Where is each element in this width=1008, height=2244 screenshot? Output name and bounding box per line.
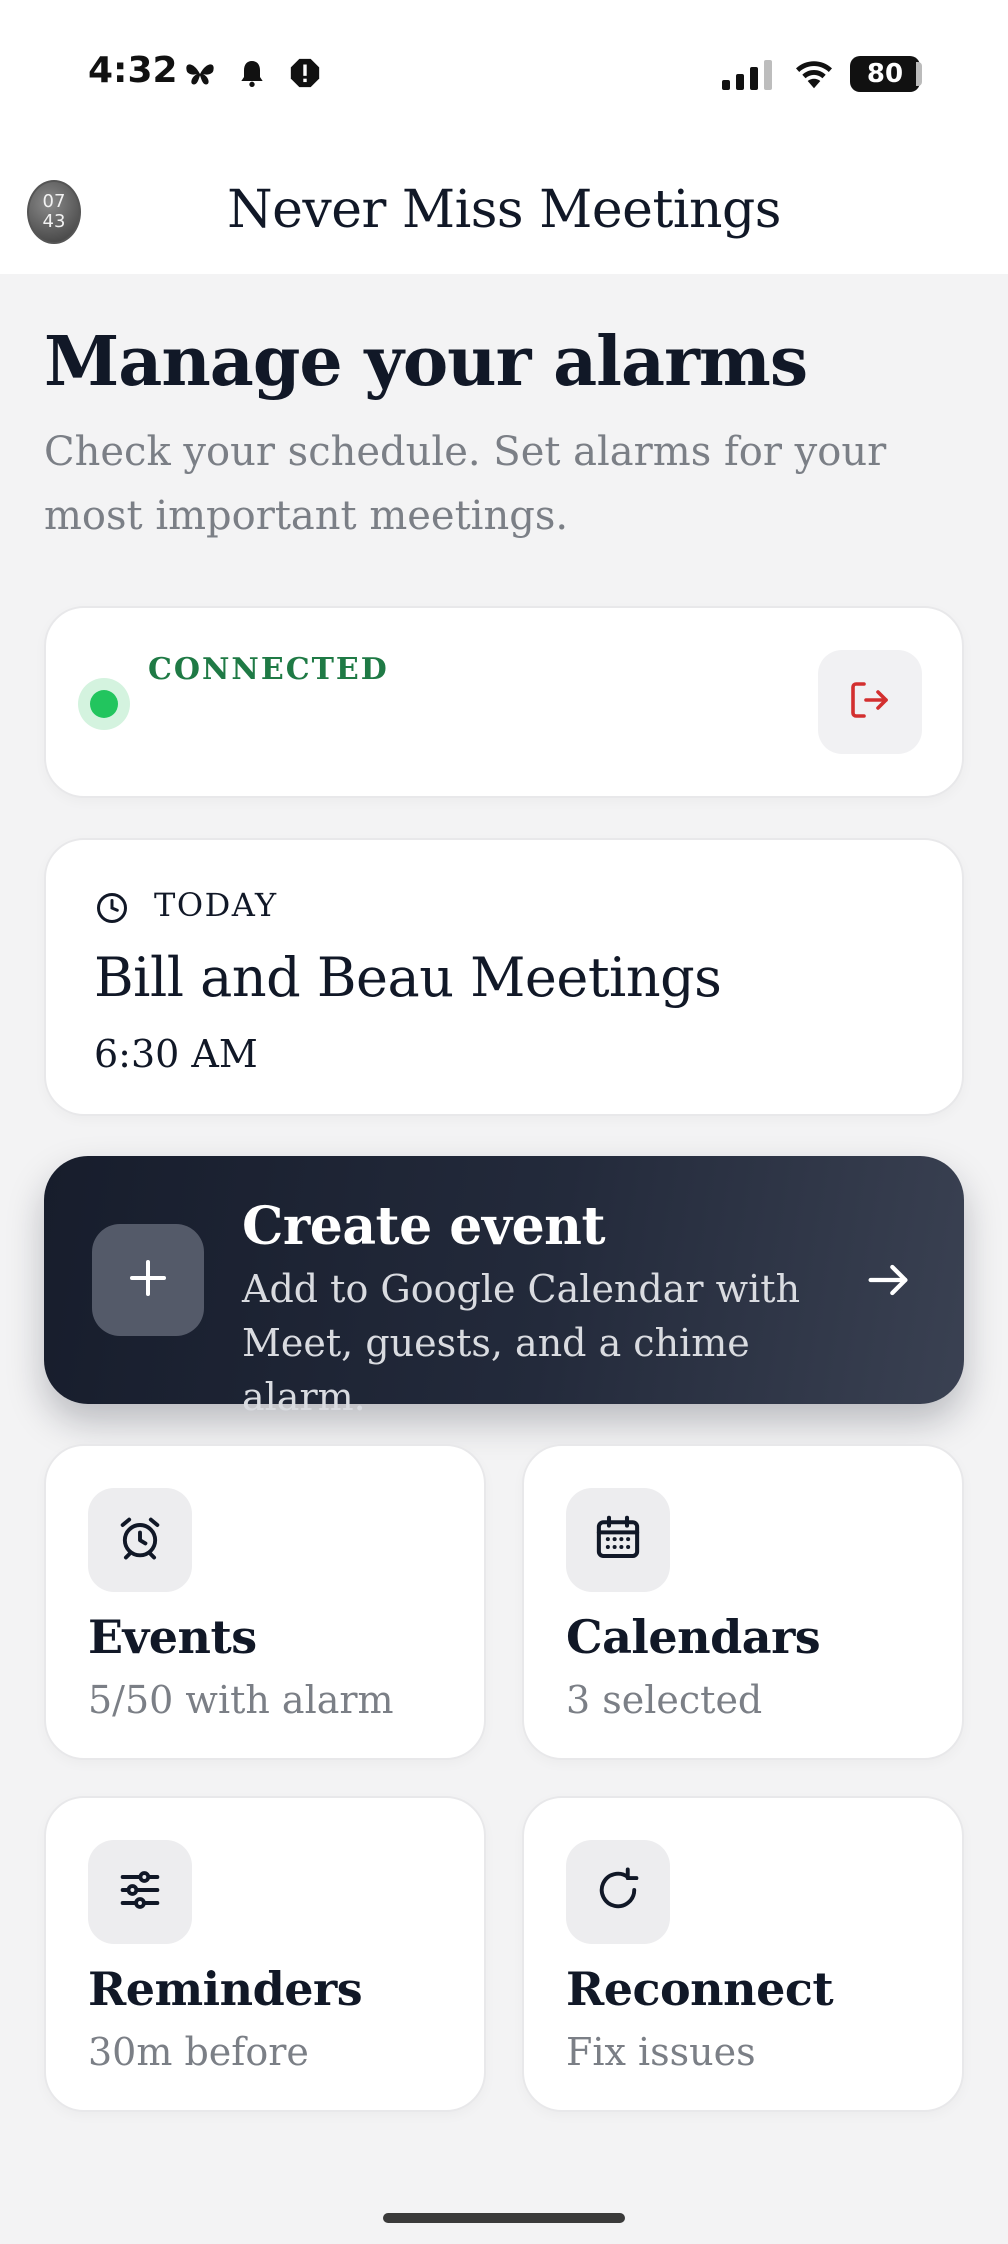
arrow-right-icon	[862, 1254, 914, 1310]
sliders-icon	[114, 1864, 166, 1920]
logout-button[interactable]	[818, 650, 922, 754]
status-bar: 4:32 80	[0, 0, 1008, 150]
app-bar: 07 43 Never Miss Meetings	[0, 150, 1008, 274]
events-icon-box	[88, 1488, 192, 1592]
reminders-icon-box	[88, 1840, 192, 1944]
refresh-icon	[592, 1864, 644, 1920]
events-tile[interactable]: Events 5/50 with alarm	[44, 1444, 486, 1760]
create-event-subtitle: Add to Google Calendar with Meet, guests…	[242, 1267, 801, 1419]
connection-card: CONNECTED	[44, 606, 964, 798]
create-event-button[interactable]: Create event Add to Google Calendar with…	[44, 1156, 964, 1419]
calendars-icon-box	[566, 1488, 670, 1592]
home-indicator[interactable]	[383, 2213, 625, 2223]
today-card[interactable]: TODAY Bill and Beau Meetings 6:30 AM	[44, 838, 964, 1116]
app-title: Never Miss Meetings	[227, 180, 781, 240]
butterfly-icon	[182, 56, 218, 96]
reconnect-tile[interactable]: Reconnect Fix issues	[522, 1796, 964, 2112]
signal-icon	[722, 58, 778, 94]
calendars-tile[interactable]: Calendars 3 selected	[522, 1444, 964, 1760]
plus-icon-box	[92, 1224, 204, 1336]
create-event-title: Create event	[242, 1196, 605, 1257]
tile-subtitle: 5/50 with alarm	[88, 1678, 394, 1722]
tile-title: Calendars	[566, 1610, 821, 1664]
reconnect-icon-box	[566, 1840, 670, 1944]
status-dot	[90, 690, 118, 718]
wifi-icon	[792, 54, 836, 94]
bell-icon	[236, 56, 268, 94]
battery-indicator: 80	[850, 56, 920, 92]
meeting-time: 6:30 AM	[94, 1032, 258, 1076]
connection-status: CONNECTED	[148, 652, 389, 687]
tile-title: Reminders	[88, 1962, 363, 2016]
tile-title: Reconnect	[566, 1962, 834, 2016]
logout-icon	[846, 676, 894, 728]
meeting-title: Bill and Beau Meetings	[94, 946, 722, 1009]
alarm-clock-icon	[114, 1512, 166, 1568]
calendar-icon	[591, 1511, 645, 1569]
page-title: Manage your alarms	[44, 322, 808, 402]
reminders-tile[interactable]: Reminders 30m before	[44, 1796, 486, 2112]
tile-subtitle: 3 selected	[566, 1678, 763, 1722]
plus-icon	[124, 1254, 172, 1306]
today-label: TODAY	[154, 886, 278, 924]
status-time: 4:32	[88, 50, 178, 91]
tile-subtitle: 30m before	[88, 2030, 309, 2074]
page-subtitle: Check your schedule. Set alarms for your…	[44, 429, 887, 539]
clock-icon	[94, 890, 130, 930]
alert-icon	[288, 56, 322, 94]
tile-subtitle: Fix issues	[566, 2030, 756, 2074]
battery-nub	[916, 62, 922, 86]
tile-title: Events	[88, 1610, 257, 1664]
